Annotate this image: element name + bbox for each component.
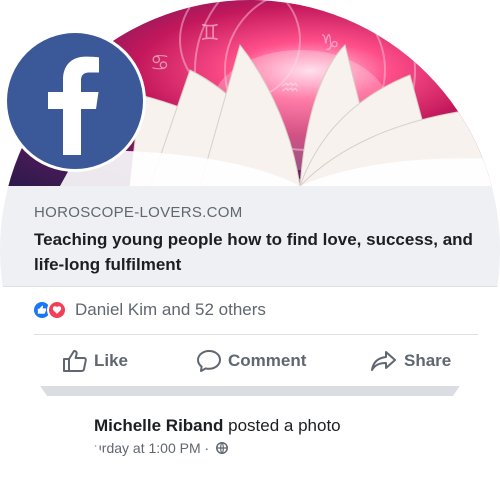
like-button[interactable]: Like	[62, 346, 128, 376]
thumbs-up-icon	[63, 350, 87, 372]
comment-button[interactable]: Comment	[196, 346, 306, 376]
speech-bubble-icon	[197, 350, 221, 372]
author-name[interactable]: Michelle Riband	[94, 416, 223, 435]
svg-text:♋: ♋	[150, 51, 170, 76]
next-post-header: Michelle Riband posted a photo	[94, 416, 341, 436]
post-meta: urday at 1:00 PM ·	[94, 440, 229, 456]
share-button[interactable]: Share	[370, 346, 451, 376]
post-separator	[0, 386, 500, 396]
share-arrow-icon	[371, 351, 396, 371]
reaction-summary[interactable]: Daniel Kim and 52 others	[32, 299, 266, 321]
facebook-logo-icon	[4, 30, 146, 172]
reaction-count-text[interactable]: Daniel Kim and 52 others	[75, 300, 266, 320]
link-domain: HOROSCOPE-LOVERS.COM	[34, 204, 243, 221]
link-headline[interactable]: Teaching young people how to find love, …	[34, 227, 474, 277]
love-reaction-icon	[47, 300, 67, 320]
like-label: Like	[94, 351, 129, 370]
divider	[34, 334, 478, 335]
post-timestamp[interactable]: urday at 1:00 PM ·	[94, 440, 209, 456]
globe-icon	[216, 442, 229, 454]
comment-label: Comment	[228, 351, 307, 370]
svg-text:♊: ♊	[200, 21, 220, 46]
share-label: Share	[404, 351, 452, 370]
post-action-text: posted a photo	[223, 416, 341, 435]
